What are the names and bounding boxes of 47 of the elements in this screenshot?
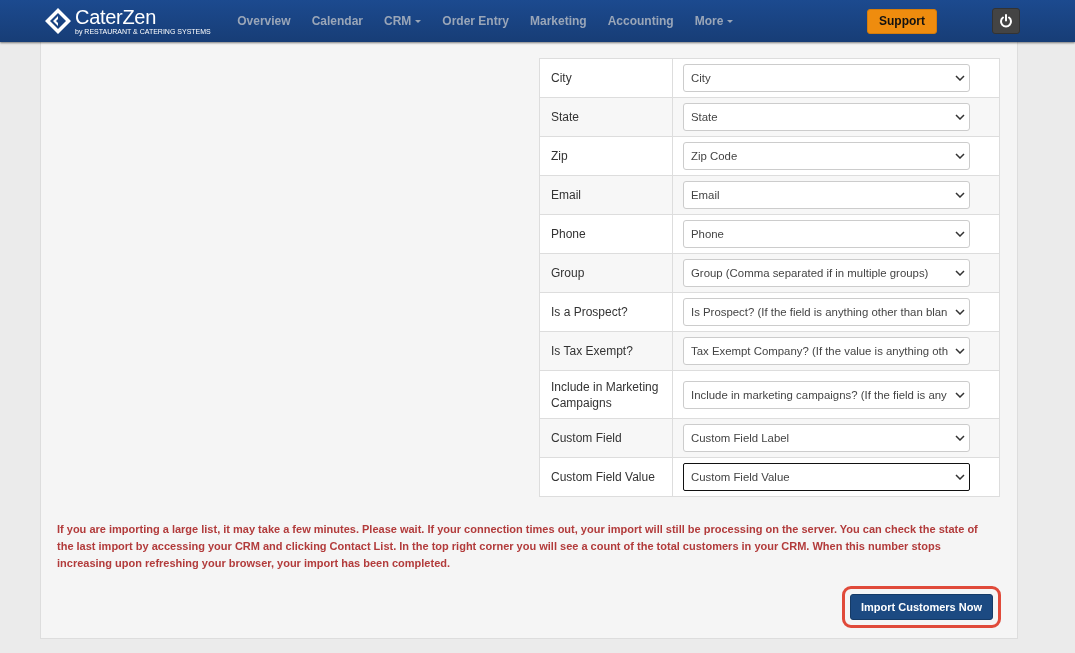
chevron-down-icon <box>955 75 965 81</box>
support-button[interactable]: Support <box>867 8 937 34</box>
field-label: Zip <box>551 148 568 164</box>
field-label: Include in Marketing Campaigns <box>551 378 660 411</box>
column-dropdown[interactable]: Zip Code <box>683 142 970 170</box>
field-label: Is a Prospect? <box>551 304 628 320</box>
import-customers-button[interactable]: Import Customers Now <box>850 594 993 620</box>
field-label: Email <box>551 187 581 203</box>
field-label: Group <box>551 265 585 281</box>
field-label: State <box>551 109 580 125</box>
column-dropdown[interactable]: State <box>683 103 970 131</box>
chevron-down-icon <box>955 391 965 398</box>
field-label: City <box>551 70 572 86</box>
column-dropdown[interactable]: Custom Field Label <box>683 424 970 452</box>
chevron-down-icon <box>955 270 965 276</box>
nav-link[interactable]: CRM <box>373 14 432 28</box>
column-dropdown[interactable]: Email <box>683 181 970 209</box>
column-dropdown[interactable]: Include in marketing campaigns? (If the field is any <box>683 380 970 409</box>
chevron-down-icon <box>955 114 965 120</box>
chevron-down-icon <box>955 435 965 441</box>
chevron-down-icon <box>955 231 965 237</box>
nav-link[interactable]: Accounting <box>597 14 685 28</box>
chevron-down-icon <box>955 474 965 480</box>
power-button[interactable] <box>992 8 1020 34</box>
power-icon <box>999 14 1013 28</box>
column-dropdown[interactable]: City <box>683 64 970 92</box>
field-label: Phone <box>551 226 586 242</box>
field-label: Custom Field <box>551 430 622 446</box>
column-dropdown[interactable]: Phone <box>683 220 970 248</box>
field-label: Custom Field Value <box>551 469 655 485</box>
chevron-down-icon <box>955 348 965 354</box>
nav-link[interactable]: Order Entry <box>431 14 520 28</box>
field-label: Is Tax Exempt? <box>551 343 633 359</box>
diamond-logo-icon <box>44 7 72 35</box>
logo-name: CaterZen <box>75 7 157 27</box>
column-dropdown[interactable]: Is Prospect? (If the field is anything other than blan <box>683 298 970 326</box>
nav-link[interactable]: Calendar <box>301 14 374 28</box>
column-dropdown[interactable]: Custom Field Value <box>683 463 970 491</box>
notice-text: If you are importing a large list, it may take a few minutes. Please wait. If your connection times out, your import will still be processing on the server. You can check the state of the last import by accessing your CRM and clicking Contact List. In the top right corner you will see a count of the total customers in your CRM. When this number stops increasing upon refreshing your browser, your import has been completed. <box>57 522 979 571</box>
column-dropdown[interactable]: Group (Comma separated if in multiple groups) <box>683 259 970 287</box>
chevron-down-icon <box>955 309 965 315</box>
nav-link[interactable]: Overview <box>226 14 302 28</box>
nav-link[interactable]: Marketing <box>519 14 598 28</box>
chevron-down-icon <box>955 192 965 198</box>
chevron-down-icon <box>955 153 965 159</box>
column-dropdown[interactable]: Tax Exempt Company? (If the value is anything oth <box>683 337 970 365</box>
nav-link[interactable]: More <box>684 14 744 28</box>
